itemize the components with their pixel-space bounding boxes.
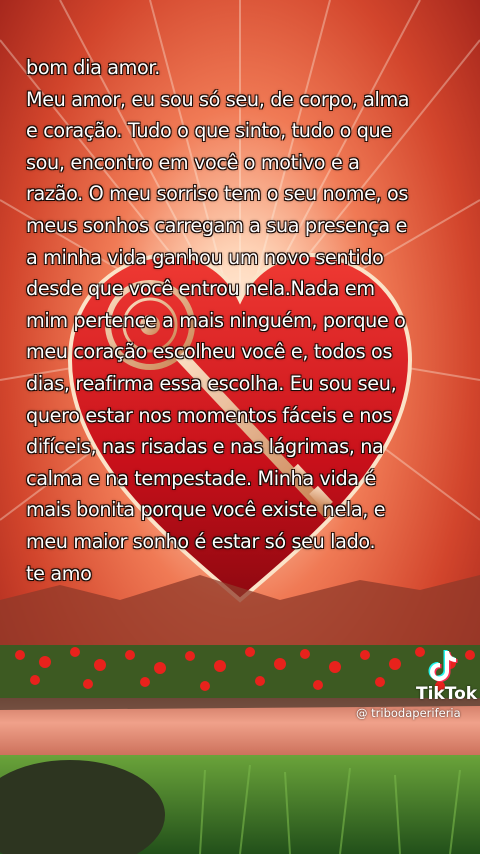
message-line: meu maior sonho é estar só seu lado. <box>26 529 376 553</box>
message-line: te amo <box>26 561 92 585</box>
message-line: mais bonita porque você existe nela, e <box>26 498 386 522</box>
message-line: Meu amor, eu sou só seu, de corpo, alma <box>26 87 410 111</box>
message-line: calma e na tempestade. Minha vida é <box>26 466 376 490</box>
creator-handle: @ tribodaperiferia <box>356 706 461 720</box>
message-line: razão. O meu sorriso tem o seu nome, os <box>26 182 409 206</box>
message-line: mim pertence a mais ninguém, porque o <box>26 308 406 332</box>
love-message: bom dia amor. Meu amor, eu sou só seu, d… <box>26 52 456 589</box>
message-line: e coração. Tudo o que sinto, tudo o que <box>26 119 392 143</box>
message-line: difíceis, nas risadas e nas lágrimas, na <box>26 435 384 459</box>
message-line: a minha vida ganhou um novo sentido <box>26 245 384 269</box>
message-line: dias, reafirma essa escolha. Eu sou seu, <box>26 371 397 395</box>
message-line: quero estar nos momentos fáceis e nos <box>26 403 393 427</box>
tiktok-video-frame: bom dia amor. Meu amor, eu sou só seu, d… <box>0 0 480 854</box>
message-line: meu coração escolheu você e, todos os <box>26 340 393 364</box>
tiktok-brand-label: TikTok <box>416 684 478 704</box>
tiktok-watermark: TikTok @ tribodaperiferia <box>356 648 478 724</box>
message-line: bom dia amor. <box>26 56 160 79</box>
message-line: sou, encontro em você o motivo e a <box>26 150 360 174</box>
tiktok-logo-icon <box>428 650 458 682</box>
message-line: desde que você entrou nela.Nada em <box>26 277 375 301</box>
message-line: meus sonhos carregam a sua presença e <box>26 213 408 237</box>
